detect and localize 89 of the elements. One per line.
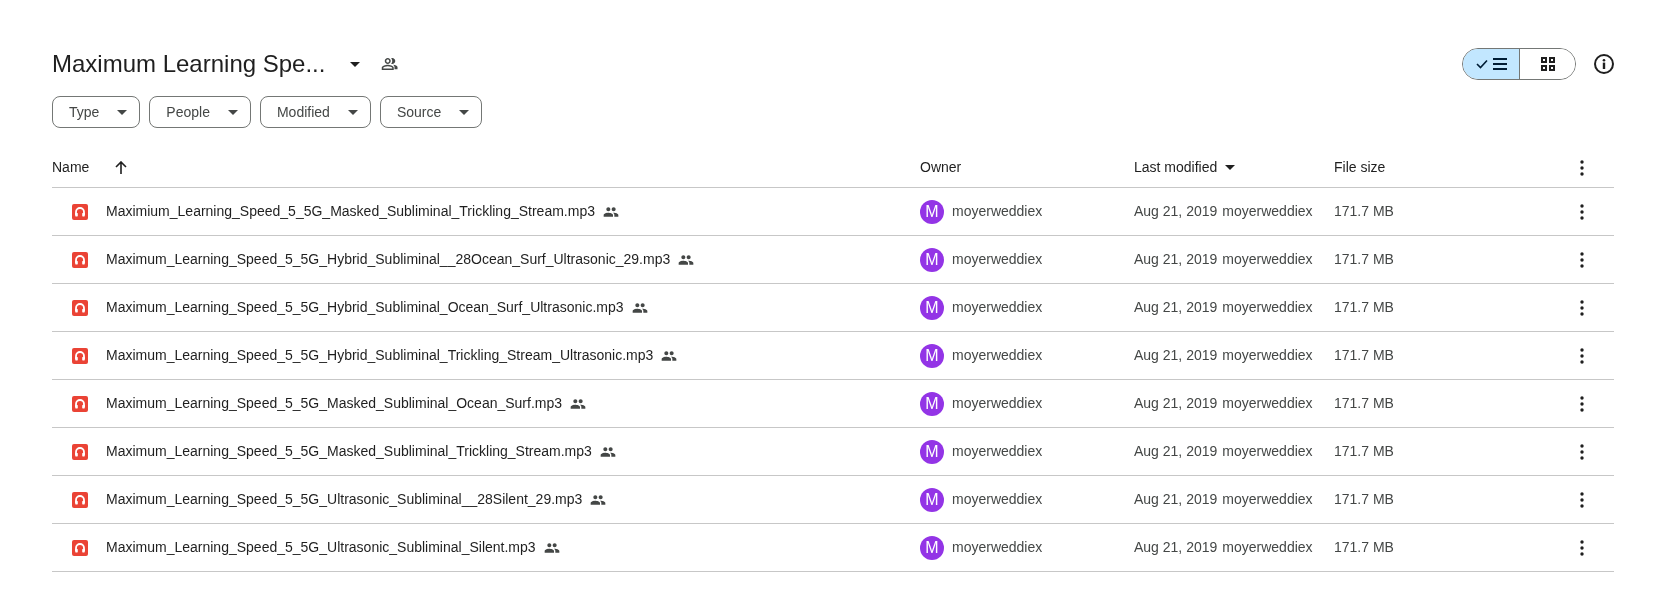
owner-avatar: M xyxy=(920,343,944,368)
file-name[interactable]: Maximium_Learning_Speed_5_5G_Masked_Subliminal_Trickling_Stream.mp3 xyxy=(106,201,595,222)
check-icon xyxy=(1475,59,1488,69)
modified-date: Aug 21, 2019 xyxy=(1134,250,1218,269)
column-header[interactable]: Last modified xyxy=(1134,157,1218,178)
dropdown-caret-icon xyxy=(117,109,128,115)
info-button[interactable] xyxy=(1594,54,1614,74)
modified-by: moyerweddiex xyxy=(1222,490,1313,509)
audio-file-icon xyxy=(72,395,88,412)
filter-chip[interactable]: Source xyxy=(379,96,483,128)
filter-chip[interactable]: Modified xyxy=(259,96,371,128)
modified-date: Aug 21, 2019 xyxy=(1134,394,1218,413)
modified-by: moyerweddiex xyxy=(1222,538,1313,557)
owner-avatar: M xyxy=(920,295,944,320)
file-size: 171.7 MB xyxy=(1334,395,1394,411)
more-vertical-icon xyxy=(1580,491,1584,508)
more-vertical-icon xyxy=(1580,251,1584,268)
modified-date: Aug 21, 2019 xyxy=(1134,346,1218,365)
more-vertical-icon xyxy=(1580,347,1584,364)
more-vertical-icon xyxy=(1580,539,1584,556)
owner-name: moyerweddiex xyxy=(952,538,1043,557)
more-vertical-icon xyxy=(1580,159,1584,176)
owner-avatar: M xyxy=(920,391,944,416)
more-vertical-icon xyxy=(1580,299,1584,316)
column-header[interactable]: Name xyxy=(52,157,90,178)
grid-view-button[interactable] xyxy=(1519,49,1575,79)
owner-name: moyerweddiex xyxy=(952,394,1043,413)
modified-by: moyerweddiex xyxy=(1222,202,1313,221)
file-size: 171.7 MB xyxy=(1334,443,1394,459)
more-vertical-icon xyxy=(1580,203,1584,220)
owner-name: moyerweddiex xyxy=(952,346,1043,365)
file-size: 171.7 MB xyxy=(1334,251,1394,267)
file-size: 171.7 MB xyxy=(1334,203,1394,219)
more-vertical-icon xyxy=(1580,443,1584,460)
owner-name: moyerweddiex xyxy=(952,250,1043,269)
more-vertical-icon xyxy=(1580,395,1584,412)
shared-folder-icon xyxy=(381,55,400,73)
owner-name: moyerweddiex xyxy=(952,202,1043,221)
column-header[interactable]: Owner xyxy=(920,157,962,178)
owner-avatar: M xyxy=(920,199,944,224)
dropdown-caret-icon xyxy=(459,109,470,115)
info-icon xyxy=(1602,59,1606,69)
audio-file-icon xyxy=(72,251,88,268)
owner-name: moyerweddiex xyxy=(952,442,1043,461)
sort-arrow-up-icon[interactable] xyxy=(115,161,128,174)
file-size: 171.7 MB xyxy=(1334,539,1394,555)
audio-file-icon xyxy=(72,299,88,316)
filter-chip[interactable]: Type xyxy=(52,96,141,128)
modified-by: moyerweddiex xyxy=(1222,346,1313,365)
file-name[interactable]: Maximum_Learning_Speed_5_5G_Masked_Subliminal_Ocean_Surf.mp3 xyxy=(106,393,563,414)
file-size: 171.7 MB xyxy=(1334,299,1394,315)
file-name[interactable]: Maximum_Learning_Speed_5_5G_Hybrid_Subliminal_Trickling_Stream_Ultrasonic.mp3 xyxy=(106,345,654,366)
modified-by: moyerweddiex xyxy=(1222,442,1313,461)
owner-avatar: M xyxy=(920,535,944,560)
list-icon xyxy=(1492,58,1507,70)
owner-avatar: M xyxy=(920,439,944,464)
audio-file-icon xyxy=(72,443,88,460)
file-name[interactable]: Maximum_Learning_Speed_5_5G_Hybrid_Subliminal_Ocean_Surf_Ultrasonic.mp3 xyxy=(106,297,624,318)
modified-by: moyerweddiex xyxy=(1222,250,1313,269)
file-name[interactable]: Maximum_Learning_Speed_5_5G_Ultrasonic_Subliminal_Silent.mp3 xyxy=(106,537,536,558)
modified-date: Aug 21, 2019 xyxy=(1134,538,1218,557)
modified-by: moyerweddiex xyxy=(1222,298,1313,317)
modified-date: Aug 21, 2019 xyxy=(1134,490,1218,509)
owner-name: moyerweddiex xyxy=(952,298,1043,317)
owner-name: moyerweddiex xyxy=(952,490,1043,509)
filter-chip[interactable]: People xyxy=(149,96,251,128)
column-header[interactable]: File size xyxy=(1334,157,1386,178)
modified-date: Aug 21, 2019 xyxy=(1134,442,1218,461)
sort-caret-icon[interactable] xyxy=(1225,165,1236,170)
audio-file-icon xyxy=(72,203,88,220)
file-size: 171.7 MB xyxy=(1334,491,1394,507)
modified-by: moyerweddiex xyxy=(1222,394,1313,413)
dropdown-caret-icon xyxy=(227,109,238,115)
dropdown-caret-icon xyxy=(350,61,361,67)
modified-date: Aug 21, 2019 xyxy=(1134,298,1218,317)
file-name[interactable]: Maximum_Learning_Speed_5_5G_Ultrasonic_Subliminal__28Silent_29.mp3 xyxy=(106,489,583,510)
audio-file-icon xyxy=(72,491,88,508)
owner-avatar: M xyxy=(920,487,944,512)
dropdown-caret-icon xyxy=(347,109,358,115)
audio-file-icon xyxy=(72,539,88,556)
file-size: 171.7 MB xyxy=(1334,347,1394,363)
audio-file-icon xyxy=(72,347,88,364)
modified-date: Aug 21, 2019 xyxy=(1134,202,1218,221)
file-name[interactable]: Maximum_Learning_Speed_5_5G_Masked_Subliminal_Trickling_Stream.mp3 xyxy=(106,441,592,462)
file-name[interactable]: Maximum_Learning_Speed_5_5G_Hybrid_Subliminal__28Ocean_Surf_Ultrasonic_29.mp3 xyxy=(106,249,671,270)
list-view-button[interactable] xyxy=(1463,49,1519,79)
folder-title: Maximum Learning Spe... xyxy=(52,49,326,79)
grid-icon xyxy=(1540,57,1555,71)
owner-avatar: M xyxy=(920,247,944,272)
